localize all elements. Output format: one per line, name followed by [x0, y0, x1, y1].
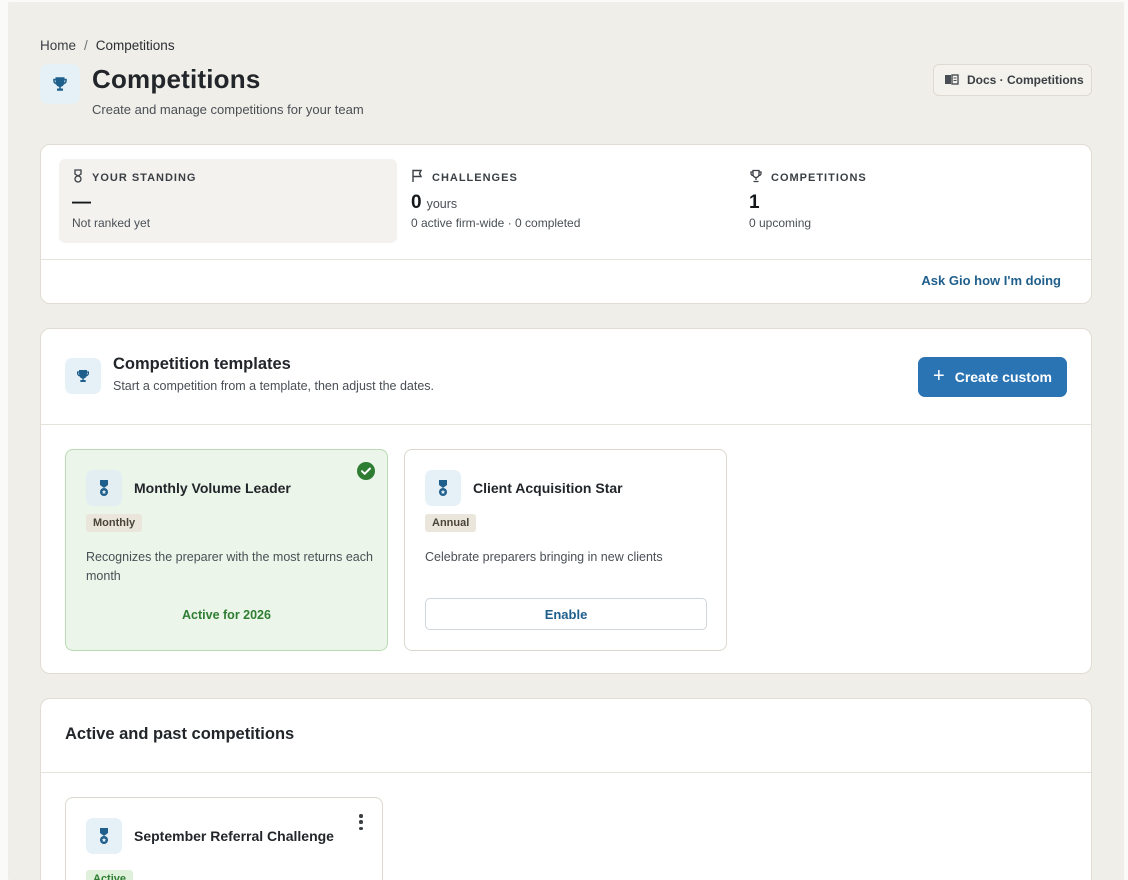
- template-name: Monthly Volume Leader: [134, 480, 291, 496]
- competitions-sub: 0 upcoming: [749, 216, 812, 230]
- frequency-badge: Monthly: [86, 514, 143, 532]
- past-competitions-title: Active and past competitions: [65, 725, 295, 743]
- breadcrumb-home-link[interactable]: Home: [40, 38, 76, 53]
- status-badge: Active: [86, 870, 134, 880]
- medal-icon: [86, 818, 122, 854]
- template-description: Recognizes the preparer with the most re…: [86, 550, 373, 583]
- template-status: Active for 2026: [182, 608, 271, 622]
- template-card-client-acquisition-star: Client Acquisition Star Annual Celebrate…: [404, 449, 727, 651]
- enable-button[interactable]: Enable: [425, 598, 707, 630]
- challenges-unit: yours: [426, 197, 458, 211]
- trophy-icon: [65, 358, 101, 394]
- breadcrumb-current: Competitions: [95, 38, 175, 53]
- stats-card: YOUR STANDING — Not ranked yet CHALLENGE…: [40, 144, 1092, 304]
- challenges-sub: 0 active firm-wide · 0 completed: [411, 216, 581, 230]
- page-subtitle: Create and manage competitions for your …: [92, 102, 364, 117]
- templates-card: Competition templates Start a competitio…: [40, 328, 1092, 674]
- divider: [41, 424, 1091, 425]
- check-circle-icon: [357, 462, 375, 480]
- template-description: Celebrate preparers bringing in new clie…: [425, 550, 663, 564]
- past-competitions-card: Active and past competitions September R…: [40, 698, 1092, 880]
- book-icon: [944, 73, 959, 88]
- medal-icon: [425, 470, 461, 506]
- trophy-icon: [749, 169, 763, 186]
- competition-name: September Referral Challenge: [134, 828, 334, 844]
- page-title: Competitions: [92, 64, 261, 94]
- challenges-value: 0: [411, 192, 422, 213]
- breadcrumb-separator: /: [84, 38, 88, 53]
- template-name: Client Acquisition Star: [473, 480, 623, 496]
- challenges-stat: CHALLENGES 0 yours 0 active firm-wide · …: [411, 169, 580, 230]
- create-custom-label: Create custom: [954, 369, 1052, 385]
- competition-card[interactable]: September Referral Challenge Active: [65, 797, 383, 880]
- create-custom-button[interactable]: + Create custom: [918, 357, 1067, 397]
- divider: [41, 259, 1091, 260]
- challenges-label: CHALLENGES: [432, 171, 518, 184]
- standing-label: YOUR STANDING: [92, 171, 197, 184]
- competitions-value: 1: [749, 192, 760, 213]
- page-background: Home / Competitions Competitions Create …: [8, 2, 1124, 880]
- medal-icon: [86, 470, 122, 506]
- plus-icon: +: [933, 365, 945, 387]
- flag-icon: [411, 169, 424, 186]
- docs-button[interactable]: Docs · Competitions: [933, 64, 1092, 96]
- templates-subtitle: Start a competition from a template, the…: [113, 379, 435, 393]
- trophy-icon: [40, 64, 80, 104]
- competitions-stat: COMPETITIONS 1 0 upcoming: [749, 169, 867, 230]
- divider: [41, 772, 1091, 773]
- template-card-monthly-volume-leader[interactable]: Monthly Volume Leader Monthly Recognizes…: [65, 449, 388, 651]
- standing-sub: Not ranked yet: [72, 216, 151, 230]
- more-options-icon[interactable]: [358, 814, 364, 830]
- templates-title: Competition templates: [113, 355, 291, 373]
- competitions-label: COMPETITIONS: [771, 171, 867, 184]
- breadcrumb: Home / Competitions: [40, 38, 175, 53]
- standing-value: —: [72, 192, 91, 213]
- standing-stat: YOUR STANDING — Not ranked yet: [59, 159, 397, 243]
- ask-gio-link[interactable]: Ask Gio how I'm doing: [921, 273, 1061, 288]
- frequency-badge: Annual: [425, 514, 477, 532]
- docs-button-label: Docs · Competitions: [967, 73, 1084, 87]
- medal-icon: [72, 169, 84, 186]
